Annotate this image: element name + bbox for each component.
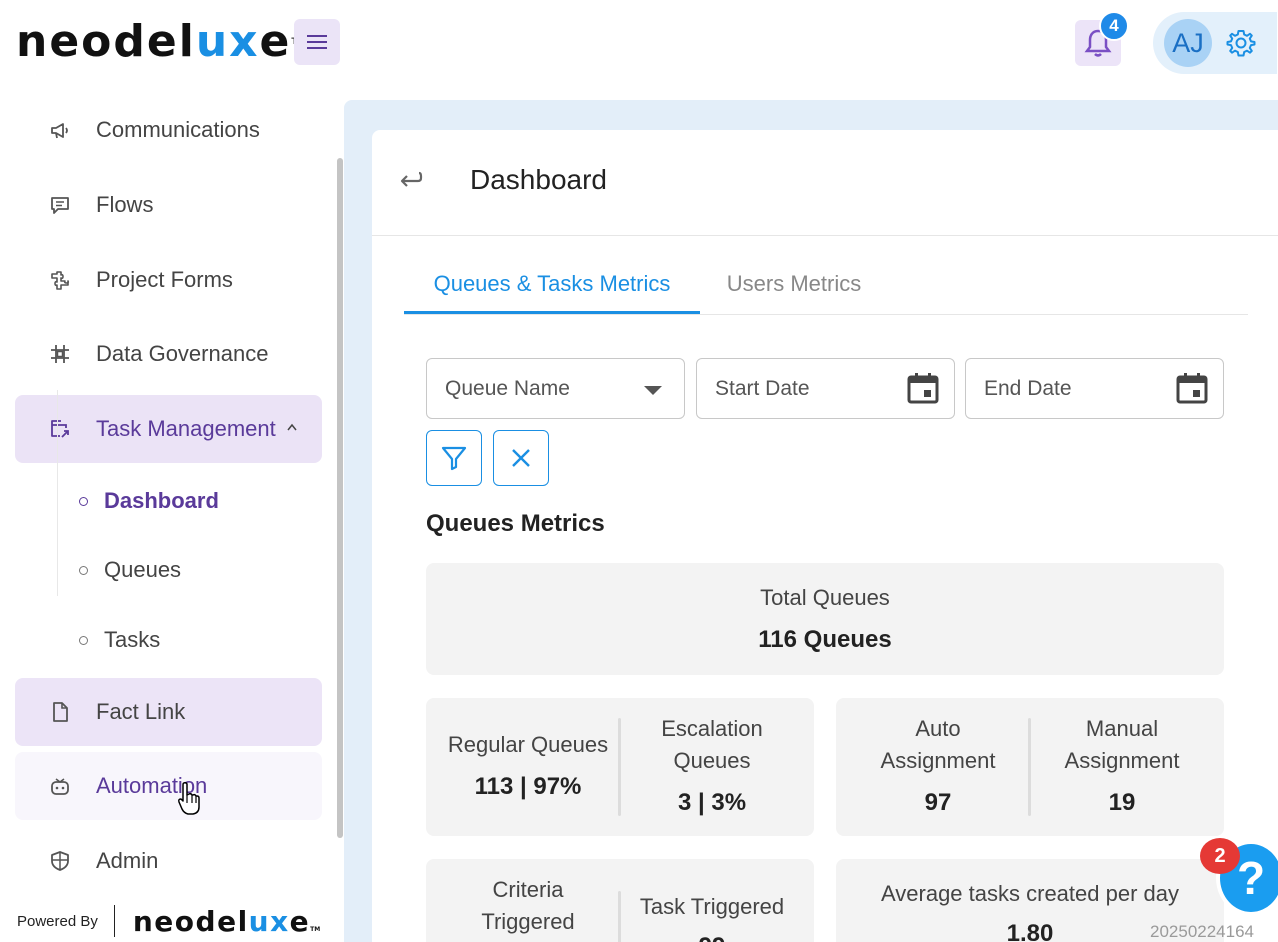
help-count-badge: 2	[1200, 838, 1240, 874]
end-date-field[interactable]: End Date	[965, 358, 1224, 419]
shield-icon	[47, 848, 73, 874]
end-date-placeholder: End Date	[984, 376, 1072, 400]
chat-icon	[47, 192, 73, 218]
app-root: neodeluxeTM 4 AJ Communications Flows Pr…	[0, 0, 1278, 942]
tab-users-metrics[interactable]: Users Metrics	[704, 255, 884, 313]
filter-icon	[441, 446, 467, 471]
section-title: Queues Metrics	[426, 510, 605, 537]
average-tasks-label: Average tasks created per day	[881, 881, 1179, 906]
sidebar-item-label: Project Forms	[96, 267, 233, 292]
menu-toggle-button[interactable]	[294, 19, 340, 65]
calendar-icon[interactable]	[906, 371, 940, 405]
regular-queues-value: 113 | 97%	[474, 773, 582, 800]
sidebar-item-label: Data Governance	[96, 341, 269, 366]
total-queues-card: Total Queues 116 Queues	[426, 563, 1224, 675]
timestamp-watermark: 20250224164	[1150, 922, 1255, 941]
powered-by: Powered By neodeluxeTM	[17, 904, 320, 938]
apply-filter-button[interactable]	[426, 430, 482, 486]
sidebar-subitem-dashboard[interactable]: Dashboard	[79, 481, 219, 521]
sidebar-item-project-forms[interactable]: Project Forms	[15, 246, 322, 314]
active-tab-indicator	[404, 311, 700, 314]
auto-assignment-label-line1: Auto	[915, 716, 961, 741]
sidebar-item-fact-link[interactable]: Fact Link	[15, 678, 322, 746]
avatar[interactable]: AJ	[1164, 19, 1212, 67]
top-header: neodeluxeTM 4 AJ	[0, 0, 1278, 84]
start-date-placeholder: Start Date	[715, 376, 810, 400]
document-icon	[47, 699, 73, 725]
sidebar-scrollbar[interactable]	[337, 158, 343, 838]
sidebar-item-label: Fact Link	[96, 699, 186, 724]
gear-icon[interactable]	[1226, 28, 1256, 58]
task-triggered-label: Task Triggered	[639, 894, 785, 919]
escalation-queues-value: 3 | 3%	[677, 789, 747, 816]
queue-name-placeholder: Queue Name	[445, 376, 570, 400]
escalation-queues-label-line2: Queues	[673, 748, 751, 773]
powered-by-label: Powered By	[17, 912, 98, 930]
sidebar-item-data-governance[interactable]: Data Governance	[15, 320, 322, 388]
total-queues-value: 116 Queues	[758, 626, 892, 653]
manual-assignment-value: 19	[1108, 789, 1136, 816]
sidebar-item-label: Admin	[96, 848, 159, 873]
puzzle-icon	[47, 267, 73, 293]
sidebar-item-task-management[interactable]: Task Management	[15, 395, 322, 463]
task-share-icon	[47, 416, 73, 442]
total-queues-label: Total Queues	[760, 585, 890, 610]
back-arrow-icon[interactable]	[397, 165, 425, 193]
brand-logo[interactable]: neodeluxeTM	[16, 18, 307, 66]
escalation-queues-label-line1: Escalation	[661, 716, 763, 741]
regular-queues-label: Regular Queues	[447, 732, 609, 757]
sidebar-item-communications[interactable]: Communications	[15, 96, 322, 164]
calendar-icon[interactable]	[1175, 371, 1209, 405]
bullet-icon	[79, 565, 88, 575]
clear-filter-button[interactable]	[493, 430, 549, 486]
sidebar-item-label: Task Management	[96, 416, 276, 441]
sidebar-item-label: Flows	[96, 192, 154, 217]
hand-cursor-icon	[178, 781, 200, 815]
task-triggered-value: 99	[620, 933, 804, 942]
chevron-up-icon	[287, 423, 297, 431]
queue-type-card: Regular Queues 113 | 97% Escalation Queu…	[426, 698, 814, 836]
sidebar-item-label: Communications	[96, 117, 260, 142]
criteria-triggered-label-line2: Triggered	[481, 909, 575, 934]
megaphone-icon	[47, 117, 73, 143]
criteria-triggered-label-line1: Criteria	[492, 877, 564, 902]
divider	[113, 905, 115, 937]
manual-assignment-label-line1: Manual	[1085, 716, 1159, 741]
sidebar-item-flows[interactable]: Flows	[15, 171, 322, 239]
grid-icon	[47, 341, 73, 367]
sidebar-subitem-label: Dashboard	[104, 488, 219, 513]
queue-name-select[interactable]: Queue Name	[426, 358, 685, 419]
sidebar-subitem-label: Tasks	[104, 627, 161, 652]
bullet-icon	[79, 496, 88, 506]
sidebar-subitem-label: Queues	[104, 557, 182, 582]
close-icon	[512, 449, 530, 467]
notification-count-badge: 4	[1099, 11, 1129, 41]
auto-assignment-value: 97	[924, 789, 952, 816]
assignment-card: Auto Assignment 97 Manual Assignment 19	[836, 698, 1224, 836]
manual-assignment-label-line2: Assignment	[1064, 748, 1180, 773]
tab-bar: Queues & Tasks Metrics Users Metrics	[404, 255, 1248, 315]
auto-assignment-label-line2: Assignment	[880, 748, 996, 773]
hamburger-icon	[307, 35, 327, 49]
sidebar-subitem-tasks[interactable]: Tasks	[79, 620, 160, 660]
page-title: Dashboard	[470, 164, 607, 195]
dropdown-caret-icon	[644, 386, 662, 395]
sidebar-item-automation[interactable]: Automation	[15, 752, 322, 820]
robot-icon	[47, 773, 73, 799]
sidebar-subitem-queues[interactable]: Queues	[79, 550, 181, 590]
footer-logo: neodeluxeTM	[132, 904, 321, 938]
sidebar-item-admin[interactable]: Admin	[15, 827, 322, 895]
tab-queues-tasks-metrics[interactable]: Queues & Tasks Metrics	[404, 255, 700, 313]
start-date-field[interactable]: Start Date	[696, 358, 955, 419]
submenu-guide-line	[57, 390, 58, 596]
triggers-card: Criteria Triggered Task Triggered 99	[426, 859, 814, 942]
bullet-icon	[79, 635, 88, 645]
